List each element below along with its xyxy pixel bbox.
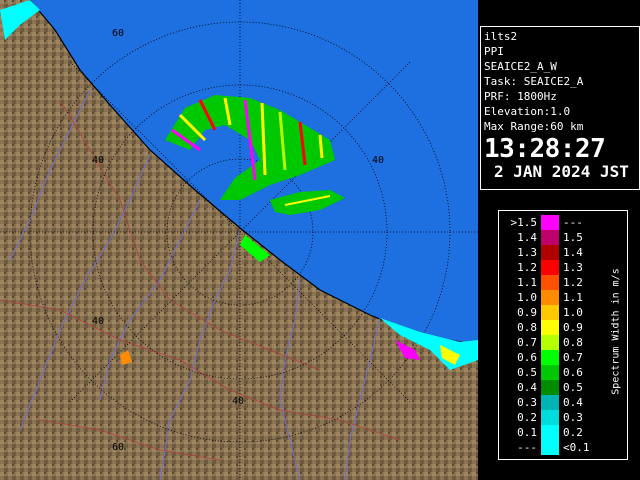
elevation-value: Elevation:1.0 xyxy=(484,105,571,118)
range-label-40-bottom: 40 xyxy=(232,396,244,407)
legend-row: 0.9 1.0 xyxy=(499,305,599,320)
radar-ppi-map[interactable]: 60 40 40 40 40 60 xyxy=(0,0,478,480)
legend-swatch xyxy=(541,305,559,320)
legend-swatch xyxy=(541,425,559,440)
legend-swatch xyxy=(541,215,559,230)
legend-row-lower-label: >1.5 xyxy=(510,216,538,229)
legend-row-upper-label: 0.9 xyxy=(563,321,583,334)
legend-row-lower-label: 0.4 xyxy=(517,381,537,394)
legend-swatch xyxy=(541,380,559,395)
legend-row-lower-label: 0.1 xyxy=(517,426,537,439)
legend-row-lower-label: 0.5 xyxy=(517,366,537,379)
legend-row-lower-label: 0.6 xyxy=(517,351,537,364)
legend-row: 0.5 0.6 xyxy=(499,365,599,380)
legend-row-upper-label: --- xyxy=(563,216,583,229)
legend-swatch xyxy=(541,260,559,275)
legend-title: Spectrum Width in m/s xyxy=(601,221,622,451)
legend-row: 1.1 1.2 xyxy=(499,275,599,290)
legend-row-upper-label: 0.7 xyxy=(563,351,583,364)
legend-swatch xyxy=(541,365,559,380)
legend-row: 1.4 1.5 xyxy=(499,230,599,245)
legend-swatch xyxy=(541,410,559,425)
legend-row-lower-label: 1.0 xyxy=(517,291,537,304)
legend-swatch xyxy=(541,230,559,245)
range-label-40-left: 40 xyxy=(92,155,104,166)
task-name: Task: SEAICE2_A xyxy=(484,75,584,88)
legend-row: 0.3 0.4 xyxy=(499,395,599,410)
legend-swatch xyxy=(541,320,559,335)
radar-info-panel: ilts2 PPI SEAICE2_A_W Task: SEAICE2_A PR… xyxy=(480,26,640,190)
legend-row-upper-label: 1.2 xyxy=(563,276,583,289)
scan-date: 2 JAN 2024 JST xyxy=(494,162,629,181)
color-legend: >1.5 --- 1.4 1.5 1.3 1.4 1.2 1.3 1.1 1.2 1.0 1.1 0.9… xyxy=(498,210,628,460)
legend-row: 0.1 0.2 xyxy=(499,425,599,440)
legend-row-lower-label: 1.3 xyxy=(517,246,537,259)
legend-row-lower-label: 1.2 xyxy=(517,261,537,274)
legend-row: 0.2 0.3 xyxy=(499,410,599,425)
legend-swatch xyxy=(541,350,559,365)
range-label-60-top: 60 xyxy=(112,28,124,39)
legend-row-upper-label: 1.1 xyxy=(563,291,583,304)
range-label-60-bottom: 60 xyxy=(112,442,124,453)
legend-row: 0.4 0.5 xyxy=(499,380,599,395)
legend-row: 0.6 0.7 xyxy=(499,350,599,365)
max-range-value: Max Range:60 km xyxy=(484,120,584,133)
legend-title-text: Spectrum Width in m/s xyxy=(610,268,622,395)
legend-swatch xyxy=(541,395,559,410)
legend-row: 0.8 0.9 xyxy=(499,320,599,335)
range-label-40-lower: 40 xyxy=(92,316,104,327)
legend-row-upper-label: 0.2 xyxy=(563,426,583,439)
scan-time: 13:28:27 xyxy=(484,134,606,164)
legend-row: 1.0 1.1 xyxy=(499,290,599,305)
legend-row: 1.2 1.3 xyxy=(499,260,599,275)
legend-row-upper-label: 0.8 xyxy=(563,336,583,349)
legend-swatch xyxy=(541,335,559,350)
legend-row: --- <0.1 xyxy=(499,440,599,455)
legend-row-lower-label: 0.8 xyxy=(517,321,537,334)
range-label-40-right: 40 xyxy=(372,155,384,166)
legend-row-upper-label: 0.3 xyxy=(563,411,583,424)
legend-swatch xyxy=(541,290,559,305)
legend-row: 1.3 1.4 xyxy=(499,245,599,260)
prf-value: PRF: 1800Hz xyxy=(484,90,557,103)
legend-row-lower-label: --- xyxy=(517,441,537,454)
legend-row-lower-label: 0.7 xyxy=(517,336,537,349)
legend-row-upper-label: 0.5 xyxy=(563,381,583,394)
legend-row-upper-label: 1.4 xyxy=(563,246,583,259)
legend-row-lower-label: 0.3 xyxy=(517,396,537,409)
legend-row-lower-label: 1.1 xyxy=(517,276,537,289)
legend-row-upper-label: 1.3 xyxy=(563,261,583,274)
legend-row-lower-label: 0.9 xyxy=(517,306,537,319)
product-name: SEAICE2_A_W xyxy=(484,60,557,73)
legend-swatch xyxy=(541,245,559,260)
legend-swatch xyxy=(541,275,559,290)
legend-row-lower-label: 0.2 xyxy=(517,411,537,424)
legend-swatch xyxy=(541,440,559,455)
site-name: ilts2 xyxy=(484,30,518,43)
legend-row-lower-label: 1.4 xyxy=(517,231,537,244)
legend-row-upper-label: 1.0 xyxy=(563,306,583,319)
legend-row-upper-label: 0.6 xyxy=(563,366,583,379)
legend-row-upper-label: 1.5 xyxy=(563,231,583,244)
legend-row: 0.7 0.8 xyxy=(499,335,599,350)
legend-row-upper-label: <0.1 xyxy=(563,441,590,454)
legend-row-upper-label: 0.4 xyxy=(563,396,583,409)
legend-row: >1.5 --- xyxy=(499,215,599,230)
scan-mode: PPI xyxy=(484,45,504,58)
